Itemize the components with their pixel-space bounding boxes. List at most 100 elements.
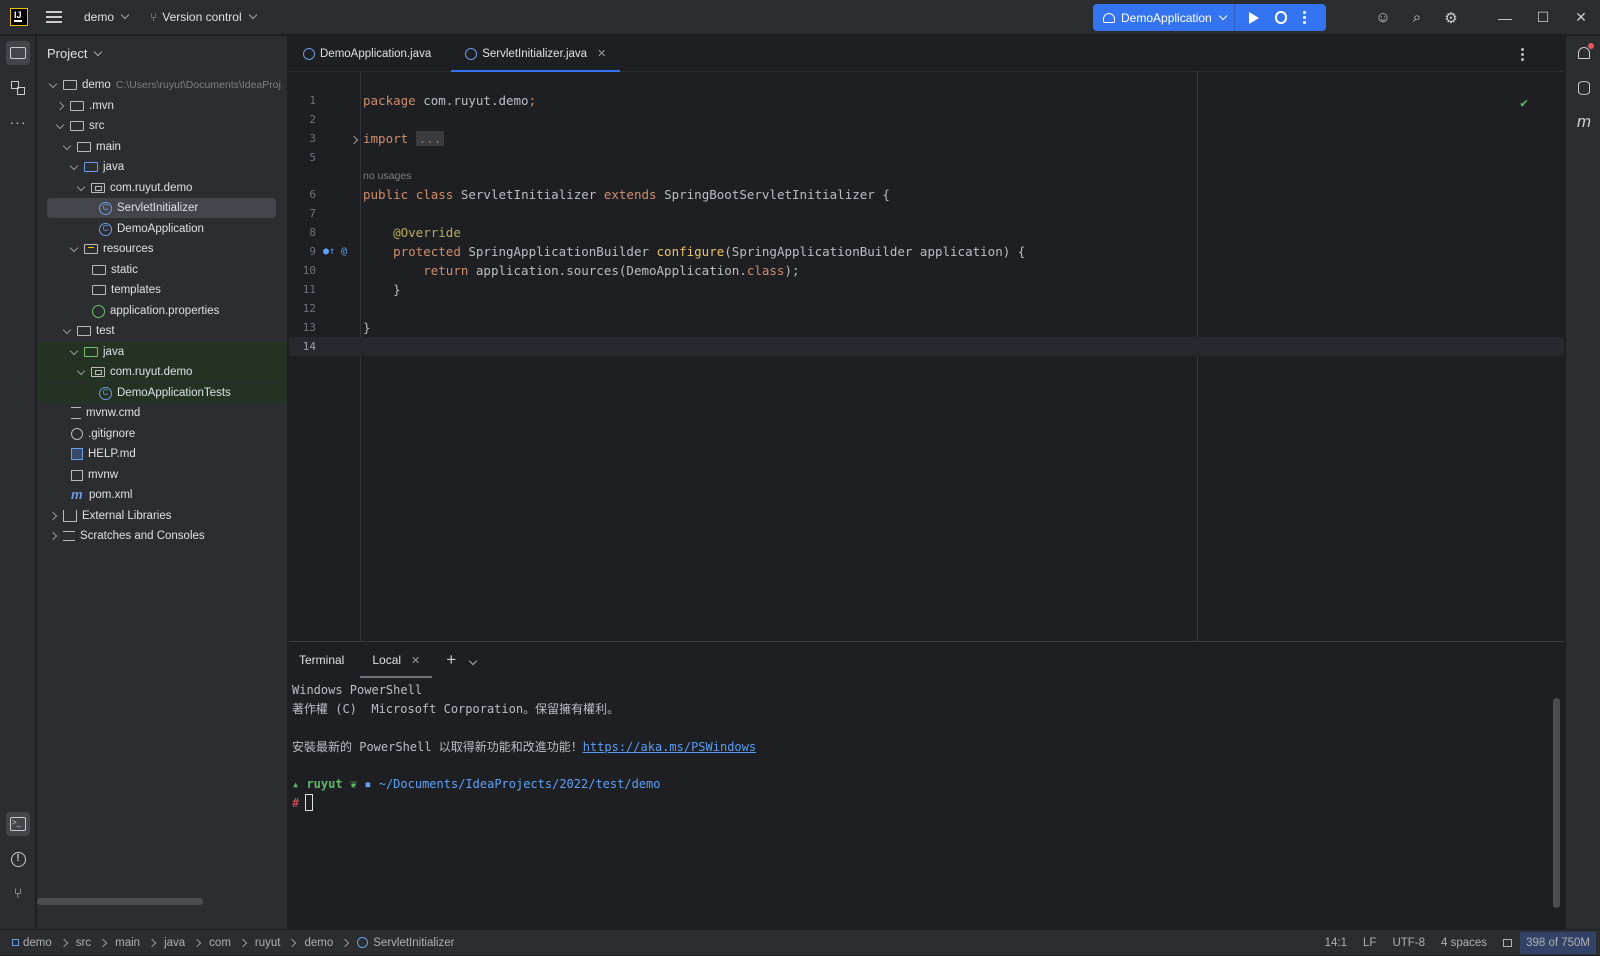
search-icon[interactable]: ⌕ bbox=[1400, 0, 1434, 35]
tree-item-main-package[interactable]: com.ruyut.demo bbox=[37, 178, 287, 198]
code-line: 2 bbox=[289, 110, 1564, 129]
usages-hint[interactable]: no usages bbox=[363, 170, 411, 182]
breadcrumb-item[interactable]: ruyut bbox=[231, 937, 280, 949]
terminal-scrollbar[interactable] bbox=[1553, 698, 1560, 908]
run-configuration-selector[interactable]: DemoApplication bbox=[1093, 4, 1235, 31]
tab-servletinitializer[interactable]: ServletInitializer.java ✕ bbox=[451, 36, 621, 72]
structure-tool-button[interactable] bbox=[6, 76, 30, 100]
terminal-link[interactable]: https://aka.ms/PSWindows bbox=[583, 740, 756, 754]
branch-icon: ⑂ bbox=[150, 10, 158, 24]
breadcrumb-item[interactable]: demo bbox=[280, 937, 333, 949]
breadcrumb-item[interactable]: com bbox=[185, 937, 231, 949]
tree-item-static[interactable]: static bbox=[37, 260, 287, 280]
file-encoding[interactable]: UTF-8 bbox=[1392, 937, 1425, 949]
expand-arrow-icon[interactable] bbox=[68, 346, 80, 358]
more-icon[interactable] bbox=[1303, 11, 1306, 24]
tree-item-gitignore[interactable]: .gitignore bbox=[37, 424, 287, 444]
chevron-right-icon bbox=[288, 938, 297, 947]
terminal-prompt-line: ▴ ruyut ❦ ▪ ~/Documents/IdeaProjects/202… bbox=[292, 774, 660, 793]
tab-options-icon[interactable] bbox=[1521, 48, 1524, 61]
git-tool-button[interactable]: ⑂ bbox=[6, 881, 30, 905]
terminal-tool-button[interactable]: >_ bbox=[6, 812, 30, 836]
tree-item-help-md[interactable]: HELP.md bbox=[37, 444, 287, 464]
breadcrumb-item[interactable]: java bbox=[140, 937, 185, 949]
tree-item-demoapplication[interactable]: C DemoApplication bbox=[37, 219, 287, 239]
code-token: import bbox=[363, 131, 409, 146]
tree-item-resources[interactable]: resources bbox=[37, 239, 287, 259]
project-tool-button[interactable] bbox=[6, 41, 30, 65]
minimize-icon[interactable]: — bbox=[1486, 0, 1524, 35]
maven-button[interactable]: m bbox=[1572, 110, 1596, 134]
expand-arrow-icon[interactable] bbox=[54, 120, 66, 132]
tree-item-test-package[interactable]: com.ruyut.demo bbox=[37, 362, 287, 382]
indent-setting[interactable]: 4 spaces bbox=[1441, 937, 1487, 949]
project-panel-header[interactable]: Project bbox=[37, 36, 287, 71]
new-terminal-icon[interactable]: + bbox=[446, 650, 456, 670]
override-marker-icon[interactable]: ●↑ @ bbox=[323, 246, 347, 257]
folded-imports[interactable]: ... bbox=[415, 131, 445, 146]
terminal-input-line[interactable]: # bbox=[292, 793, 314, 812]
terminal-tab-local[interactable]: Local ✕ bbox=[360, 642, 433, 678]
tab-demoapplication[interactable]: DemoApplication.java bbox=[289, 36, 445, 72]
notifications-button[interactable] bbox=[1572, 41, 1596, 65]
expand-arrow-icon[interactable] bbox=[47, 79, 59, 91]
tree-item-pom-xml[interactable]: m pom.xml bbox=[37, 485, 287, 505]
tree-item-main-java[interactable]: java bbox=[37, 157, 287, 177]
settings-icon[interactable]: ⚙ bbox=[1434, 0, 1468, 35]
collapse-arrow-icon[interactable] bbox=[54, 100, 66, 112]
tree-item-test[interactable]: test bbox=[37, 321, 287, 341]
expand-arrow-icon[interactable] bbox=[68, 161, 80, 173]
breadcrumb-item[interactable]: src bbox=[52, 937, 91, 949]
tree-item-src[interactable]: src bbox=[37, 116, 287, 136]
database-button[interactable] bbox=[1572, 76, 1596, 100]
debug-icon[interactable] bbox=[1275, 11, 1287, 24]
breadcrumb-item[interactable]: demo bbox=[12, 937, 52, 949]
line-number: 7 bbox=[309, 207, 316, 220]
tree-item-label: demo bbox=[82, 79, 111, 91]
breadcrumb-item[interactable]: ServletInitializer bbox=[333, 937, 454, 949]
tree-item-mvnw-cmd[interactable]: mvnw.cmd bbox=[37, 403, 287, 423]
maximize-icon[interactable]: ☐ bbox=[1524, 0, 1562, 35]
chevron-right-icon bbox=[147, 938, 157, 947]
collapse-arrow-icon[interactable] bbox=[47, 510, 59, 522]
caret-position[interactable]: 14:1 bbox=[1325, 937, 1347, 949]
add-user-icon[interactable]: ☺ bbox=[1366, 0, 1400, 35]
tree-item-application-properties[interactable]: application.properties bbox=[37, 301, 287, 321]
tree-item-root[interactable]: demo C:\Users\ruyut\Documents\IdeaProj bbox=[37, 75, 287, 95]
line-number: 5 bbox=[309, 151, 316, 164]
horizontal-scrollbar[interactable] bbox=[37, 898, 203, 905]
close-tab-icon[interactable]: ✕ bbox=[597, 47, 606, 60]
project-switcher[interactable]: demo bbox=[76, 4, 136, 30]
tree-item-demoapplicationtests[interactable]: C DemoApplicationTests bbox=[37, 383, 287, 403]
tree-item-servletinitializer[interactable]: C ServletInitializer bbox=[37, 198, 287, 218]
more-tools-icon[interactable]: ··· bbox=[6, 110, 30, 134]
line-separator[interactable]: LF bbox=[1363, 937, 1376, 949]
expand-arrow-icon[interactable] bbox=[75, 182, 87, 194]
tree-item-external-libraries[interactable]: External Libraries bbox=[37, 506, 287, 526]
chevron-down-icon[interactable] bbox=[468, 653, 478, 667]
memory-indicator[interactable]: 398 of 750M bbox=[1520, 932, 1596, 954]
expand-arrow-icon[interactable] bbox=[61, 325, 73, 337]
package-icon bbox=[91, 183, 105, 193]
tree-item-mvnw[interactable]: mvnw bbox=[37, 465, 287, 485]
read-only-lock-icon[interactable] bbox=[1503, 939, 1513, 947]
expand-arrow-icon[interactable] bbox=[75, 366, 87, 378]
main-menu-icon[interactable] bbox=[46, 11, 62, 23]
tree-item-test-java[interactable]: java bbox=[37, 342, 287, 362]
breadcrumb-item[interactable]: main bbox=[91, 937, 140, 949]
fold-arrow-icon[interactable] bbox=[349, 131, 359, 146]
tree-item-scratches[interactable]: Scratches and Consoles bbox=[37, 526, 287, 546]
run-icon[interactable] bbox=[1249, 11, 1259, 24]
code-editor[interactable]: ✔ 1 package com.ruyut.demo; 2 3 import .… bbox=[289, 71, 1564, 641]
problems-tool-button[interactable]: ! bbox=[6, 847, 30, 871]
close-tab-icon[interactable]: ✕ bbox=[411, 654, 420, 667]
close-icon[interactable]: ✕ bbox=[1562, 0, 1600, 35]
tree-item-templates[interactable]: templates bbox=[37, 280, 287, 300]
tree-item-main[interactable]: main bbox=[37, 137, 287, 157]
collapse-arrow-icon[interactable] bbox=[47, 530, 59, 542]
maven-icon: m bbox=[1576, 112, 1592, 131]
tree-item-mvn[interactable]: .mvn bbox=[37, 96, 287, 116]
expand-arrow-icon[interactable] bbox=[61, 141, 73, 153]
expand-arrow-icon[interactable] bbox=[68, 243, 80, 255]
vcs-widget[interactable]: ⑂ Version control bbox=[142, 4, 264, 30]
